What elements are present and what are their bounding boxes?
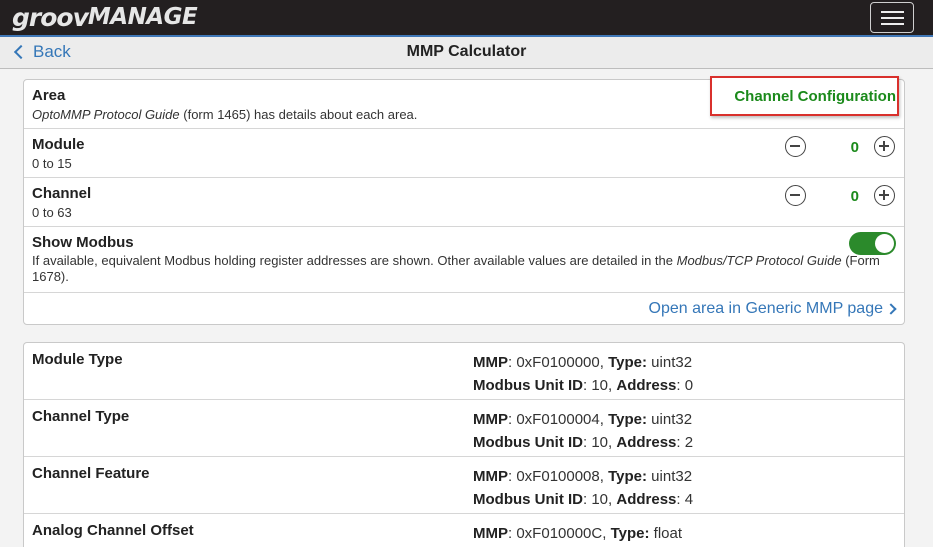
table-row: Module Type MMP: 0xF0100000, Type: uint3… — [24, 343, 904, 400]
channel-label: Channel — [32, 185, 92, 202]
register-details: MMP: 0xF0100008, Type: uint32 Modbus Uni… — [473, 468, 694, 508]
results-panel: Module Type MMP: 0xF0100000, Type: uint3… — [23, 342, 905, 547]
module-range: 0 to 15 — [32, 156, 72, 171]
register-details: MMP: 0xF010000C, Type: float Modbus Unit… — [473, 525, 683, 542]
show-modbus-row: Show Modbus If available, equivalent Mod… — [24, 227, 904, 293]
channel-range: 0 to 63 — [32, 205, 72, 220]
settings-panel: Area OptoMMP Protocol Guide (form 1465) … — [23, 76, 905, 325]
chevron-right-icon — [885, 303, 897, 315]
register-name: Channel Type — [32, 408, 130, 425]
register-name: Module Type — [32, 351, 123, 368]
register-details: MMP: 0xF0100000, Type: uint32 Modbus Uni… — [473, 354, 694, 394]
nav-bar: Back MMP Calculator — [0, 35, 933, 69]
toggle-knob — [875, 234, 894, 253]
channel-row: Channel 0 to 63 0 — [24, 178, 904, 227]
top-bar: groov MANAGE — [0, 0, 933, 35]
groov-manage-logo[interactable]: groov MANAGE — [12, 2, 198, 32]
generic-link-row: Open area in Generic MMP page — [24, 293, 904, 325]
menu-button[interactable] — [870, 2, 914, 33]
logo-manage-text: MANAGE — [87, 4, 198, 30]
module-increment-icon[interactable] — [874, 136, 895, 157]
register-name: Analog Channel Offset — [32, 522, 194, 539]
open-generic-mmp-link[interactable]: Open area in Generic MMP page — [648, 300, 897, 318]
show-modbus-toggle[interactable] — [849, 232, 896, 255]
protocol-guide-title: OptoMMP Protocol Guide — [32, 107, 180, 122]
channel-decrement-icon[interactable] — [785, 185, 806, 206]
channel-value[interactable]: 0 — [819, 188, 859, 205]
hamburger-icon — [881, 11, 904, 13]
area-select[interactable]: Channel Configuration — [710, 76, 899, 116]
channel-increment-icon[interactable] — [874, 185, 895, 206]
table-row: Channel Feature MMP: 0xF0100008, Type: u… — [24, 457, 904, 514]
show-modbus-label: Show Modbus — [32, 234, 134, 251]
channel-stepper: 0 — [785, 185, 899, 207]
area-description: OptoMMP Protocol Guide (form 1465) has d… — [32, 107, 417, 123]
show-modbus-desc-start: If available, equivalent Modbus holding … — [32, 253, 677, 268]
module-value[interactable]: 0 — [819, 139, 859, 156]
page-title: MMP Calculator — [406, 43, 527, 60]
register-name: Channel Feature — [32, 465, 150, 482]
table-row: Analog Channel Offset MMP: 0xF010000C, T… — [24, 514, 904, 547]
module-label: Module — [32, 136, 85, 153]
modbus-guide-title: Modbus/TCP Protocol Guide — [676, 253, 842, 268]
area-row: Area OptoMMP Protocol Guide (form 1465) … — [24, 76, 904, 129]
module-row: Module 0 to 15 0 — [24, 129, 904, 178]
table-row: Channel Type MMP: 0xF0100004, Type: uint… — [24, 400, 904, 457]
area-label: Area — [32, 87, 66, 104]
logo-groov-text: groov — [12, 2, 89, 32]
open-generic-mmp-label: Open area in Generic MMP page — [648, 300, 884, 317]
area-description-rest: (form 1465) has details about each area. — [179, 107, 418, 122]
module-decrement-icon[interactable] — [785, 136, 806, 157]
register-details: MMP: 0xF0100004, Type: uint32 Modbus Uni… — [473, 411, 694, 451]
show-modbus-description: If available, equivalent Modbus holding … — [32, 253, 892, 285]
module-stepper: 0 — [785, 136, 899, 158]
area-select-value: Channel Configuration — [734, 87, 896, 105]
